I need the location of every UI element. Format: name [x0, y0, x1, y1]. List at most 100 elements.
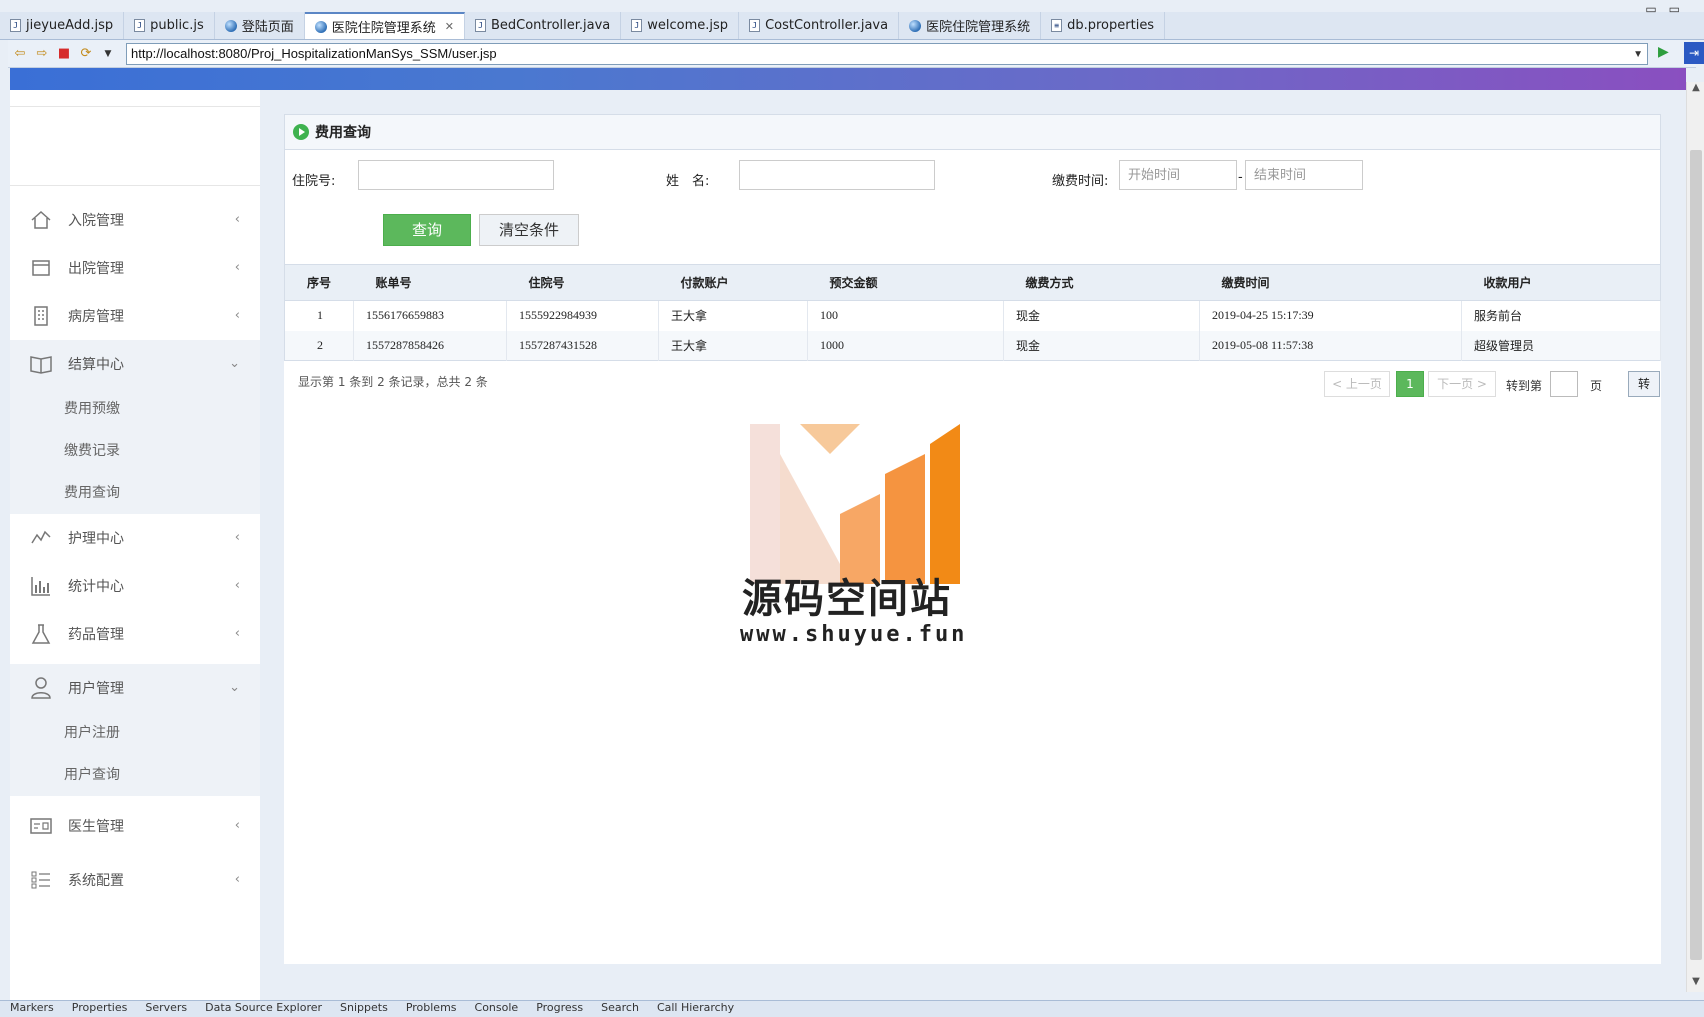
refresh-icon[interactable]: ⟳ — [76, 44, 96, 64]
view-tab[interactable]: Markers — [10, 1001, 54, 1017]
stop-icon[interactable]: ■ — [54, 44, 74, 64]
scroll-thumb[interactable] — [1690, 150, 1702, 960]
table-header-row: 序号 账单号 住院号 付款账户 预交金额 缴费方式 缴费时间 收款用户 — [284, 264, 1661, 301]
sidebar-group-users: 用户管理 ⌄ 用户注册 用户查询 — [10, 664, 260, 796]
submenu-user-register[interactable]: 用户注册 — [10, 712, 260, 754]
sidebar-item-ward[interactable]: 病房管理 ‹ — [10, 292, 260, 340]
scroll-down-icon[interactable]: ▼ — [1687, 976, 1704, 992]
sidebar-menu: 入院管理 ‹ 出院管理 ‹ 病房管理 ‹ 结算中心 ⌄ 费用预缴 缴费记录 费用… — [10, 196, 260, 904]
column-header[interactable]: 序号 — [284, 264, 354, 301]
end-time-input[interactable]: 结束时间 — [1245, 160, 1363, 190]
inpatient-label: 住院号: — [292, 174, 336, 189]
column-header[interactable]: 住院号 — [506, 264, 659, 301]
next-page-button[interactable]: 下一页 > — [1428, 371, 1496, 397]
editor-tab-active[interactable]: 医院住院管理系统 ✕ — [304, 12, 465, 39]
editor-tab[interactable]: JjieyueAdd.jsp — [0, 12, 125, 39]
url-dropdown-icon[interactable]: ▼ — [1633, 45, 1643, 65]
vertical-scrollbar[interactable]: ▲ ▼ — [1686, 82, 1704, 992]
chevron-left-icon: ‹ — [234, 578, 240, 593]
editor-tab[interactable]: Jpublic.js — [124, 12, 215, 39]
inpatient-number-input[interactable] — [358, 160, 554, 190]
minimize-icon[interactable]: ▭ — [1645, 2, 1656, 16]
column-header[interactable]: 付款账户 — [658, 264, 808, 301]
table-cell: 1556176659883 — [353, 300, 507, 331]
query-button[interactable]: 查询 — [383, 214, 471, 246]
sidebar-item-doctors[interactable]: 医生管理 ‹ — [10, 802, 260, 850]
editor-tab[interactable]: J BedController.java — [465, 12, 622, 39]
watermark-title: 源码空间站 — [742, 576, 952, 622]
name-input[interactable] — [739, 160, 935, 190]
editor-tab[interactable]: ≡ db.properties — [1041, 12, 1166, 39]
view-tab[interactable]: Snippets — [340, 1001, 388, 1017]
clear-conditions-button[interactable]: 清空条件 — [479, 214, 579, 246]
sidebar-item-users[interactable]: 用户管理 ⌄ — [10, 664, 260, 712]
go-icon[interactable]: ▶ — [1658, 44, 1669, 60]
book-icon — [28, 351, 54, 377]
table-row[interactable]: 1 1556176659883 1555922984939 王大拿 100 现金… — [284, 300, 1661, 331]
goto-page-input[interactable] — [1550, 371, 1578, 397]
column-header[interactable]: 缴费时间 — [1199, 264, 1462, 301]
external-browser-icon[interactable]: ⇥ — [1684, 42, 1704, 64]
view-tab[interactable]: Problems — [406, 1001, 457, 1017]
table-cell: 1000 — [807, 330, 1004, 361]
editor-tab[interactable]: 医院住院管理系统 — [899, 12, 1042, 39]
submenu-fee-prepay[interactable]: 费用预缴 — [10, 388, 260, 430]
goto-label: 转到第 — [1506, 379, 1543, 393]
view-tab[interactable]: Data Source Explorer — [205, 1001, 322, 1017]
globe-icon — [909, 19, 922, 32]
view-tab[interactable]: Servers — [145, 1001, 187, 1017]
sidebar-item-settings[interactable]: 系统配置 ‹ — [10, 856, 260, 904]
back-arrow-icon[interactable]: ⇦ — [10, 44, 30, 64]
view-tab[interactable]: Call Hierarchy — [657, 1001, 734, 1017]
sidebar-item-settlement[interactable]: 结算中心 ⌄ — [10, 340, 260, 388]
file-icon: J — [631, 19, 643, 32]
table-cell: 2 — [284, 330, 354, 361]
play-circle-icon — [293, 124, 309, 140]
chevron-left-icon: ‹ — [234, 530, 240, 545]
sidebar-item-statistics[interactable]: 统计中心 ‹ — [10, 562, 260, 610]
view-tab[interactable]: Search — [601, 1001, 639, 1017]
sidebar-item-discharge[interactable]: 出院管理 ‹ — [10, 244, 260, 292]
editor-tab[interactable]: J CostController.java — [739, 12, 900, 39]
table-cell: 现金 — [1003, 300, 1200, 331]
table-cell: 1555922984939 — [506, 300, 659, 331]
submenu-payment-records[interactable]: 缴费记录 — [10, 430, 260, 472]
file-icon: J — [134, 19, 146, 32]
column-header[interactable]: 账单号 — [353, 264, 507, 301]
close-tab-icon[interactable]: ✕ — [445, 20, 454, 33]
chevron-down-icon: ⌄ — [229, 680, 240, 695]
editor-tab[interactable]: Jwelcome.jsp — [621, 12, 740, 39]
discharge-icon — [28, 255, 54, 281]
prev-page-button[interactable]: < 上一页 — [1324, 371, 1390, 397]
submenu-fee-query[interactable]: 费用查询 — [10, 472, 260, 514]
sidebar-item-nursing[interactable]: 护理中心 ‹ — [10, 514, 260, 562]
page-unit-label: 页 — [1590, 379, 1603, 393]
view-tab[interactable]: Progress — [536, 1001, 583, 1017]
sidebar-item-pharmacy[interactable]: 药品管理 ‹ — [10, 610, 260, 658]
maximize-icon[interactable]: ▭ — [1669, 2, 1680, 16]
chevron-left-icon: ‹ — [234, 212, 240, 227]
column-header[interactable]: 收款用户 — [1461, 264, 1661, 301]
table-cell: 1557287858426 — [353, 330, 507, 361]
submenu-user-query[interactable]: 用户查询 — [10, 754, 260, 796]
scroll-up-icon[interactable]: ▲ — [1687, 82, 1704, 98]
start-time-input[interactable]: 开始时间 — [1119, 160, 1237, 190]
forward-arrow-icon[interactable]: ⇨ — [32, 44, 52, 64]
fee-table: 序号 账单号 住院号 付款账户 预交金额 缴费方式 缴费时间 收款用户 1 15… — [284, 264, 1661, 361]
sidebar-group-settlement: 结算中心 ⌄ 费用预缴 缴费记录 费用查询 — [10, 340, 260, 514]
column-header[interactable]: 缴费方式 — [1003, 264, 1200, 301]
column-header[interactable]: 预交金额 — [807, 264, 1004, 301]
editor-tab[interactable]: 登陆页面 — [215, 12, 305, 39]
view-tab[interactable]: Properties — [72, 1001, 128, 1017]
sidebar-item-admission[interactable]: 入院管理 ‹ — [10, 196, 260, 244]
current-page-button[interactable]: 1 — [1396, 371, 1424, 397]
watermark-url: www.shuyue.fun — [740, 622, 968, 647]
table-cell: 100 — [807, 300, 1004, 331]
table-row[interactable]: 2 1557287858426 1557287431528 王大拿 1000 现… — [284, 330, 1661, 361]
goto-page-button[interactable]: 转 — [1628, 371, 1660, 397]
dropdown-icon[interactable]: ▼ — [98, 44, 118, 64]
editor-tab-bar: JjieyueAdd.jsp Jpublic.js 登陆页面 医院住院管理系统 ✕… — [0, 12, 1704, 40]
url-field[interactable]: http://localhost:8080/Proj_Hospitalizati… — [126, 43, 1648, 65]
bar-chart-icon — [28, 573, 54, 599]
view-tab[interactable]: Console — [475, 1001, 519, 1017]
